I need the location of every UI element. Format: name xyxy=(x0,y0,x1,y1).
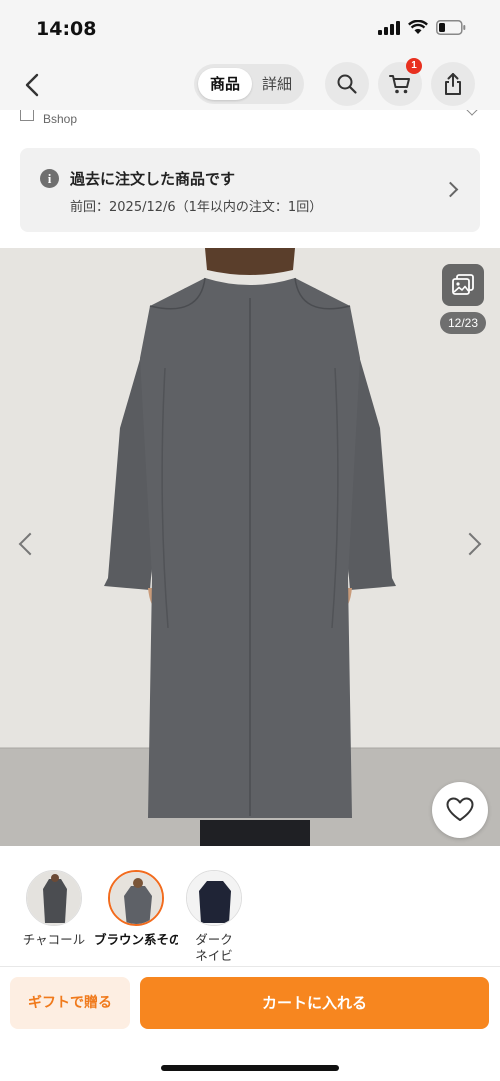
color-option-label: ダークネイビー xyxy=(195,932,233,963)
share-button[interactable] xyxy=(431,62,475,106)
swatch-thumbnail xyxy=(26,870,82,926)
chevron-down-icon xyxy=(466,110,478,116)
chevron-left-icon xyxy=(25,73,39,97)
favorite-button[interactable] xyxy=(432,782,488,838)
info-icon: i xyxy=(40,169,59,188)
heart-icon xyxy=(446,797,474,821)
home-indicator[interactable] xyxy=(161,1065,339,1071)
gallery-view-button[interactable] xyxy=(442,264,484,306)
color-option-brown[interactable]: ブラウン系その他 xyxy=(94,870,178,948)
swatch-thumbnail xyxy=(186,870,242,926)
wifi-icon xyxy=(408,20,428,34)
order-history-title: 過去に注文した商品です xyxy=(70,170,236,188)
cart-count-badge: 1 xyxy=(406,58,422,74)
color-option-charcoal[interactable]: チャコール xyxy=(12,870,96,948)
order-history-subtitle: 前回：2025/12/6（1年以内の注文：1回） xyxy=(70,200,323,215)
product-detail-switch: 商品 詳細 xyxy=(194,64,304,104)
nav-bar: 商品 詳細 1 xyxy=(0,58,500,111)
battery-icon xyxy=(436,20,466,35)
shop-name: Bshop xyxy=(43,112,78,126)
color-option-label: ブラウン系その他 xyxy=(94,932,178,947)
shop-icon xyxy=(20,110,34,121)
status-time: 14:08 xyxy=(36,18,97,40)
image-counter: 12/23 xyxy=(440,312,486,334)
bottom-action-bar: ギフトで贈る カートに入れる xyxy=(0,966,500,1081)
order-history-notice[interactable]: i 過去に注文した商品です 前回：2025/12/6（1年以内の注文：1回） xyxy=(20,148,480,232)
cellular-signal-icon xyxy=(378,20,400,35)
status-icons xyxy=(378,20,466,35)
product-image xyxy=(0,248,500,846)
gift-button[interactable]: ギフトで贈る xyxy=(10,977,130,1029)
back-button[interactable] xyxy=(18,68,48,102)
status-bar: 14:08 xyxy=(0,0,500,58)
color-option-label: チャコール xyxy=(22,932,86,947)
color-option-dark-navy[interactable]: ダークネイビー xyxy=(172,870,256,964)
cart-icon xyxy=(389,75,410,94)
cart-button[interactable]: 1 xyxy=(378,58,422,106)
shop-header[interactable]: Bshop xyxy=(0,110,500,134)
search-icon xyxy=(337,74,357,94)
color-options: チャコール ブラウン系その他 ダークネイビー xyxy=(0,864,500,966)
tab-details[interactable]: 詳細 xyxy=(254,68,300,100)
swatch-thumbnail xyxy=(108,870,164,926)
add-to-cart-button[interactable]: カートに入れる xyxy=(140,977,489,1029)
chevron-right-icon xyxy=(442,181,459,198)
tab-product[interactable]: 商品 xyxy=(198,68,252,100)
image-stack-icon xyxy=(452,274,474,295)
share-icon xyxy=(445,73,461,95)
product-image-gallery[interactable]: 12/23 xyxy=(0,248,500,846)
search-button[interactable] xyxy=(325,62,369,106)
